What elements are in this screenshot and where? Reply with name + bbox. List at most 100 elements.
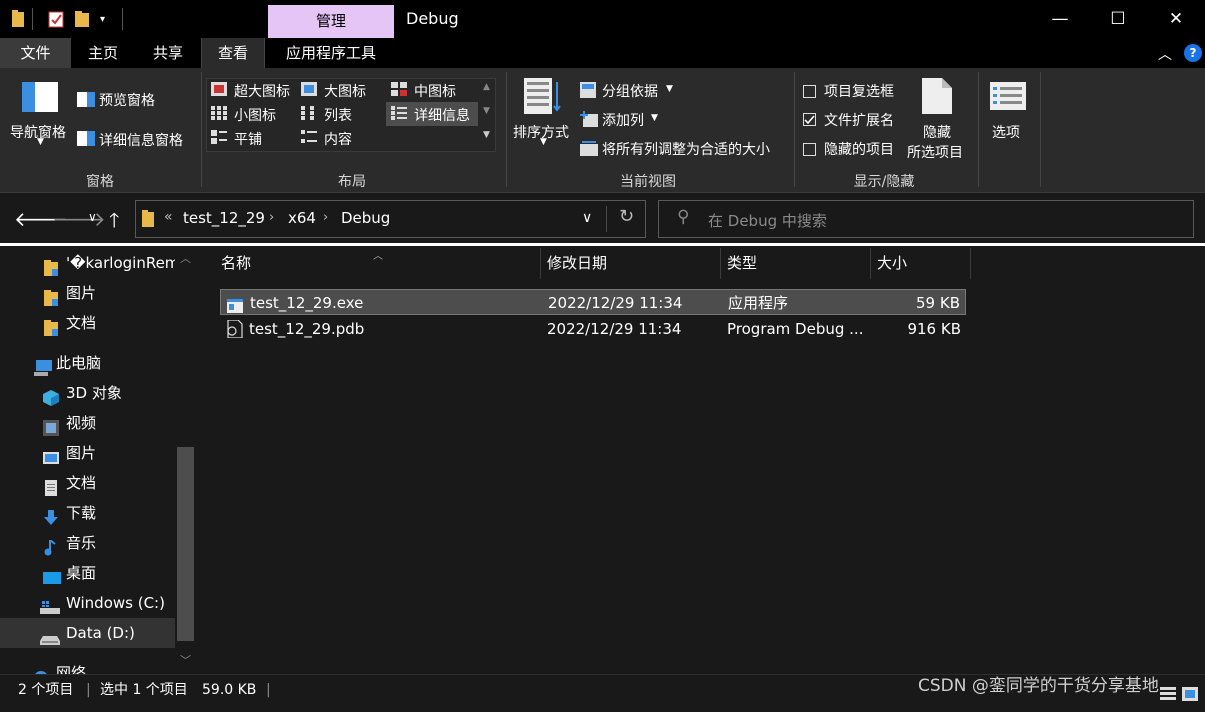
nav-item-documents[interactable]: 文档 xyxy=(0,468,175,498)
layout-tiles[interactable]: 平铺 xyxy=(234,129,262,149)
breadcrumb-chevron-icon[interactable]: › xyxy=(323,210,328,225)
maximize-button[interactable]: ☐ xyxy=(1089,0,1147,38)
chevron-down-icon: ▼ xyxy=(666,84,673,94)
nav-item-documents-quick[interactable]: 文档 xyxy=(0,308,175,338)
hidden-items-label[interactable]: 隐藏的项目 xyxy=(824,139,894,159)
nav-item-downloads[interactable]: 下载 xyxy=(0,498,175,528)
scroll-up-icon[interactable]: ︿ xyxy=(180,250,191,266)
search-icon: ⚲ xyxy=(677,207,690,227)
file-name: test_12_29.exe xyxy=(250,294,364,312)
nav-item-network[interactable]: 网络 xyxy=(0,658,175,674)
nav-item-drive-c[interactable]: Windows (C:) xyxy=(0,588,175,618)
gallery-scroll-down-icon[interactable]: ▼ xyxy=(483,106,490,116)
layout-large-icons[interactable]: 大图标 xyxy=(324,81,366,101)
customize-qa-dropdown[interactable]: ▾ xyxy=(100,14,105,32)
gallery-expand-icon[interactable]: ▼ xyxy=(483,130,490,140)
nav-item-pictures[interactable]: 图片 xyxy=(0,438,175,468)
nav-scrollbar-thumb[interactable] xyxy=(177,447,194,641)
up-arrow-icon[interactable]: 🡑 xyxy=(109,206,119,240)
column-header-name[interactable]: 名称 xyxy=(215,248,541,279)
large-icons-toggle-icon[interactable] xyxy=(1182,682,1198,712)
table-row[interactable]: test_12_29.pdb 2022/12/29 11:34 Program … xyxy=(220,316,966,342)
gallery-scroll-up-icon[interactable]: ▲ xyxy=(483,82,490,92)
drive-c-icon xyxy=(40,596,60,614)
details-pane-button[interactable]: 详细信息窗格 xyxy=(99,130,183,150)
documents-icon xyxy=(43,476,59,496)
details-view-toggle-icon[interactable] xyxy=(1160,682,1176,712)
nav-item-this-pc[interactable]: 此电脑 xyxy=(0,348,175,378)
divider xyxy=(794,72,795,187)
group-label-show-hide: 显示/隐藏 xyxy=(853,174,915,190)
recent-locations-chevron-icon[interactable]: ∨ xyxy=(88,210,97,224)
window-title: Debug xyxy=(406,9,459,28)
hide-selected-button-line2[interactable]: 所选项目 xyxy=(907,142,963,162)
layout-details[interactable]: 详细信息 xyxy=(414,105,470,125)
breadcrumb-x64[interactable]: x64 xyxy=(288,209,316,227)
new-folder-icon[interactable] xyxy=(75,10,89,28)
item-checkboxes-label[interactable]: 项目复选框 xyxy=(824,81,894,101)
tab-home[interactable]: 主页 xyxy=(77,38,129,68)
layout-medium-icons[interactable]: 中图标 xyxy=(414,81,456,101)
hidden-items-checkbox[interactable] xyxy=(803,143,816,156)
properties-icon[interactable] xyxy=(48,10,64,28)
column-header-type[interactable]: 类型 xyxy=(721,248,871,279)
nav-item-pictures-quick[interactable]: 图片 xyxy=(0,278,175,308)
layout-list[interactable]: 列表 xyxy=(324,105,352,125)
chevron-down-icon: ▼ xyxy=(540,137,547,147)
item-checkboxes-checkbox[interactable] xyxy=(803,85,816,98)
nav-item-drive-d[interactable]: Data (D:) xyxy=(0,618,175,648)
scroll-down-icon[interactable]: ﹀ xyxy=(180,652,191,668)
refresh-icon[interactable]: ↻ xyxy=(619,206,634,227)
file-date: 2022/12/29 11:34 xyxy=(548,294,683,312)
options-button[interactable]: 选项 xyxy=(992,122,1020,142)
nav-item-videos[interactable]: 视频 xyxy=(0,408,175,438)
tab-manage-context[interactable]: 管理 xyxy=(268,5,394,38)
address-overflow[interactable]: « xyxy=(164,209,173,225)
details-pane-icon xyxy=(77,131,95,150)
nav-pane-icon[interactable] xyxy=(22,82,58,116)
breadcrumb-debug[interactable]: Debug xyxy=(341,209,390,227)
close-button[interactable]: ✕ xyxy=(1147,0,1205,38)
folder-icon xyxy=(44,316,60,336)
medium-icons-icon xyxy=(391,82,407,100)
status-selected-size: 59.0 KB xyxy=(202,682,257,698)
column-header-size[interactable]: 大小 xyxy=(871,248,971,279)
help-icon[interactable]: ? xyxy=(1184,44,1202,62)
group-by-button[interactable]: 分组依据 xyxy=(602,81,658,101)
nav-item-3d-objects[interactable]: 3D 对象 xyxy=(0,378,175,408)
layout-small-icons[interactable]: 小图标 xyxy=(234,105,276,125)
nav-item-music[interactable]: 音乐 xyxy=(0,528,175,558)
address-bar[interactable]: « test_12_29 › x64 › Debug ∨ ↻ xyxy=(135,200,646,238)
search-placeholder[interactable]: 在 Debug 中搜索 xyxy=(708,210,827,231)
divider xyxy=(201,72,202,187)
collapse-ribbon-icon[interactable]: ︿ xyxy=(1158,44,1172,64)
layout-content[interactable]: 内容 xyxy=(324,129,352,149)
tab-file[interactable]: 文件 xyxy=(0,38,71,68)
table-row[interactable]: test_12_29.exe 2022/12/29 11:34 应用程序 59 … xyxy=(220,289,966,315)
nav-item-loginremote[interactable]: '�karloginRemote xyxy=(0,248,175,278)
file-extensions-checkbox[interactable] xyxy=(803,113,816,126)
3d-objects-icon xyxy=(43,386,59,406)
sort-by-icon xyxy=(524,78,562,118)
breadcrumb-test_12_29[interactable]: test_12_29 xyxy=(183,209,265,227)
hide-selected-button-line1[interactable]: 隐藏 xyxy=(923,122,951,142)
search-box[interactable]: ⚲ 在 Debug 中搜索 xyxy=(658,200,1194,238)
file-extensions-label[interactable]: 文件扩展名 xyxy=(824,110,894,130)
add-column-button[interactable]: 添加列 xyxy=(602,110,644,130)
tab-view[interactable]: 查看 xyxy=(201,38,265,68)
divider xyxy=(606,206,607,232)
layout-extra-large-icons[interactable]: 超大图标 xyxy=(234,81,290,101)
nav-item-desktop[interactable]: 桌面 xyxy=(0,558,175,588)
file-type: Program Debug ... xyxy=(727,320,864,338)
preview-pane-button[interactable]: 预览窗格 xyxy=(99,90,155,110)
breadcrumb-chevron-icon[interactable]: › xyxy=(269,210,274,225)
column-header-date[interactable]: 修改日期 xyxy=(541,248,721,279)
forward-arrow-icon[interactable]: 🡒 xyxy=(52,207,106,231)
group-label-panes: 窗格 xyxy=(86,174,114,190)
tab-share[interactable]: 共享 xyxy=(140,38,196,68)
tab-app-tools[interactable]: 应用程序工具 xyxy=(272,38,390,68)
fit-columns-button[interactable]: 将所有列调整为合适的大小 xyxy=(602,139,770,159)
chevron-down-icon: ▼ xyxy=(37,137,44,147)
minimize-button[interactable]: — xyxy=(1031,0,1089,38)
address-history-chevron-icon[interactable]: ∨ xyxy=(582,210,592,226)
